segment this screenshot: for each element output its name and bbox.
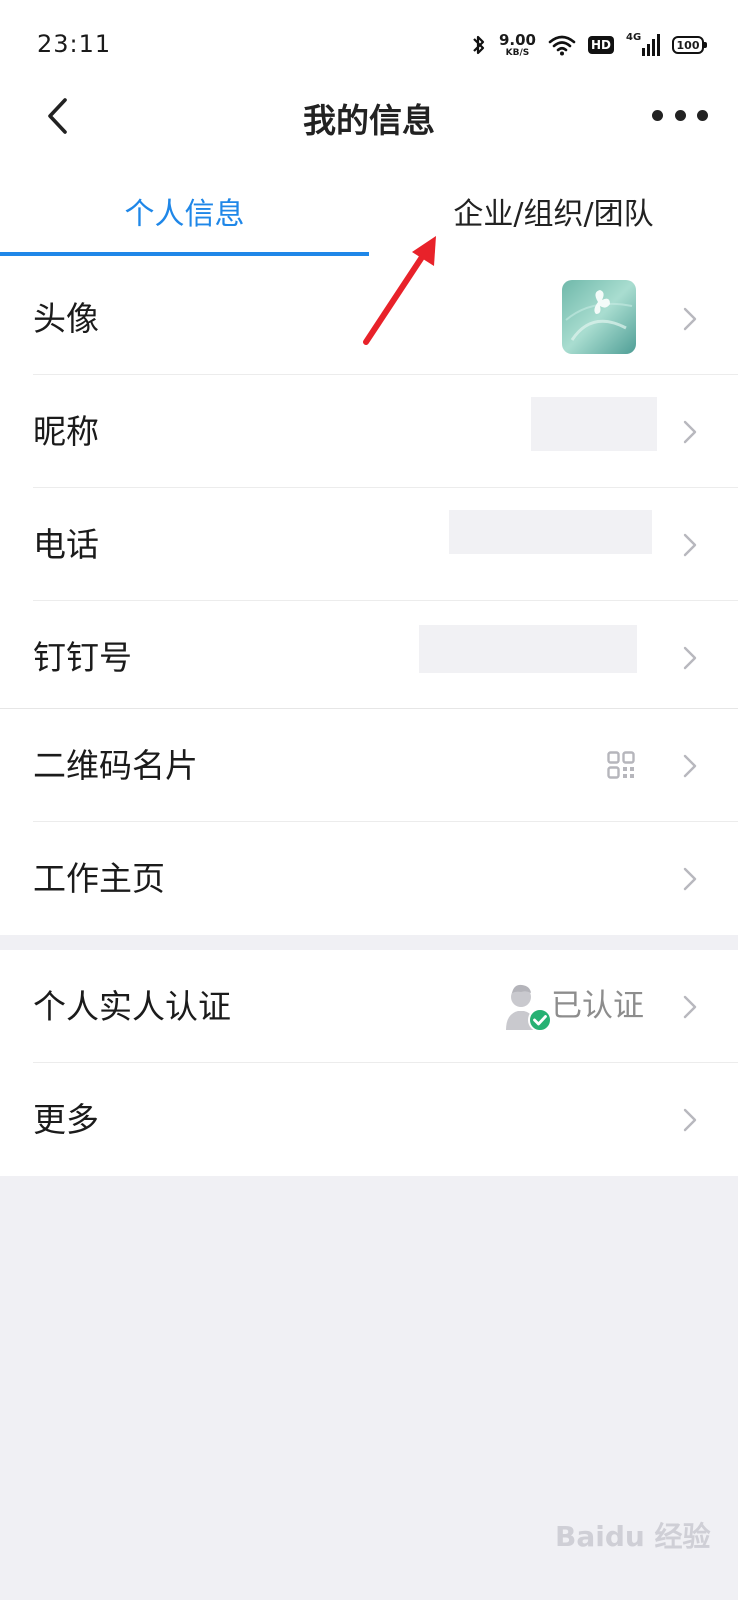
qr-code-icon: [607, 751, 635, 779]
row-qr-card[interactable]: 二维码名片: [0, 709, 738, 822]
tab-bar: 个人信息 企业/组织/团队: [0, 175, 738, 262]
chevron-right-icon: [683, 533, 697, 557]
row-dingtalk-id[interactable]: 钉钉号: [0, 601, 738, 714]
personal-info-group-3: 个人实人认证 已认证 更多: [0, 950, 738, 1176]
row-label: 工作主页: [33, 859, 165, 898]
row-nickname[interactable]: 昵称: [0, 375, 738, 488]
network-speed-value: 9.00: [498, 30, 536, 49]
page-title: 我的信息: [303, 101, 435, 140]
row-label: 二维码名片: [33, 746, 198, 785]
chevron-right-icon: [683, 420, 697, 444]
personal-info-group-2: 二维码名片 工作主页: [0, 709, 738, 935]
verified-person-icon: [506, 984, 552, 1032]
row-label: 更多: [33, 1100, 99, 1139]
network-speed: 9.00 KB/S: [498, 30, 536, 58]
row-label: 电话: [33, 525, 99, 564]
row-more[interactable]: 更多: [0, 1063, 738, 1176]
avatar-image: [562, 280, 636, 354]
chevron-right-icon: [683, 646, 697, 670]
chevron-right-icon: [683, 307, 697, 331]
row-label: 个人实人认证: [33, 987, 231, 1026]
network-type: 4G: [626, 32, 642, 43]
row-identity-verification[interactable]: 个人实人认证 已认证: [0, 950, 738, 1063]
avatar[interactable]: [562, 280, 636, 354]
dingtalk-id-value-redacted: [419, 625, 637, 673]
navigation-bar: 我的信息: [0, 80, 738, 150]
row-phone[interactable]: 电话: [0, 488, 738, 601]
row-label: 昵称: [33, 412, 99, 451]
row-label: 头像: [33, 299, 99, 338]
network-speed-unit: KB/S: [505, 47, 530, 58]
battery-level: 100: [676, 38, 700, 52]
chevron-right-icon: [683, 995, 697, 1019]
nickname-value-redacted: [531, 397, 657, 451]
more-options-button[interactable]: [652, 100, 708, 130]
phone-value-redacted: [449, 510, 652, 554]
cellular-signal-icon: 4G: [626, 32, 660, 56]
row-label: 钉钉号: [33, 638, 132, 677]
more-dots-icon: [652, 109, 663, 121]
status-icons: 9.00 KB/S HD 4G 100: [471, 28, 707, 62]
battery-icon: 100: [672, 36, 707, 54]
bluetooth-icon: [473, 35, 485, 55]
row-work-homepage[interactable]: 工作主页: [0, 822, 738, 935]
wifi-icon: [548, 35, 576, 56]
watermark: Baidu 经验: [555, 1520, 711, 1553]
chevron-right-icon: [683, 754, 697, 778]
chevron-right-icon: [683, 867, 697, 891]
active-tab-indicator: [0, 252, 369, 256]
tab-organization[interactable]: 企业/组织/团队: [369, 189, 738, 233]
status-time: 23:11: [37, 30, 112, 58]
tab-personal-info[interactable]: 个人信息: [0, 189, 369, 233]
verification-status: 已认证: [551, 988, 644, 1024]
hd-badge: HD: [587, 36, 614, 54]
chevron-right-icon: [683, 1108, 697, 1132]
status-bar: 23:11 9.00 KB/S HD 4G 100: [0, 0, 738, 90]
